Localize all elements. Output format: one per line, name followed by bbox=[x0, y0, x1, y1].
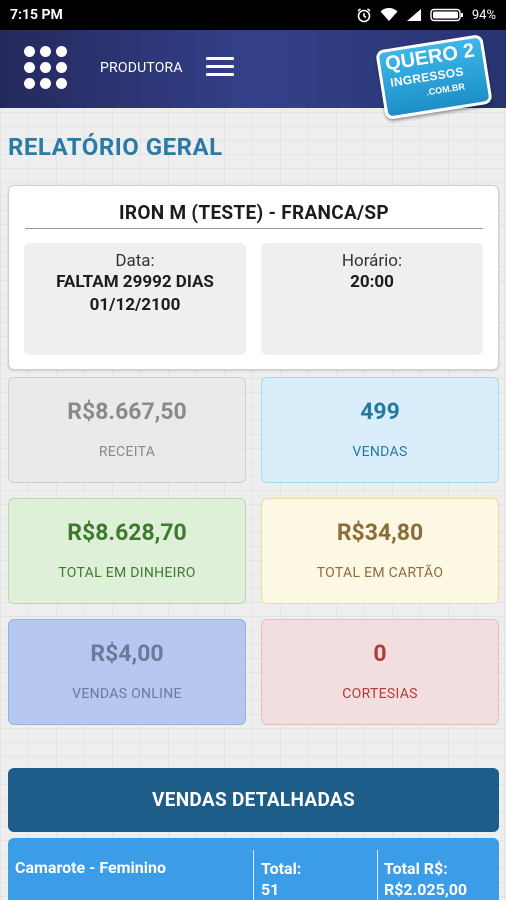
event-card: IRON M (TESTE) - FRANCA/SP Data: FALTAM … bbox=[8, 185, 499, 370]
stat-value: R$8.667,50 bbox=[67, 398, 187, 425]
stat-label: VENDAS bbox=[352, 444, 408, 460]
total-label: Total: bbox=[261, 859, 302, 878]
stat-vendas: 499 VENDAS bbox=[261, 377, 499, 483]
event-time-box: Horário: 20:00 bbox=[261, 243, 483, 355]
stat-label: CORTESIAS bbox=[342, 686, 418, 702]
column-divider bbox=[253, 850, 254, 900]
page-title: RELATÓRIO GERAL bbox=[8, 133, 223, 161]
quero2ingressos-logo: QUERO 2 INGRESSOS .COM.BR bbox=[375, 33, 493, 121]
stat-receita: R$8.667,50 RECEITA bbox=[8, 377, 246, 483]
event-name: IRON M (TESTE) - FRANCA/SP bbox=[119, 201, 389, 224]
date-label: Data: bbox=[115, 251, 155, 271]
detail-row[interactable]: Camarote - Feminino Total: 51 Total R$: … bbox=[8, 838, 499, 900]
signal-icon bbox=[406, 9, 421, 21]
apps-grid-icon[interactable] bbox=[24, 46, 68, 90]
amount-label: Total R$: bbox=[384, 859, 448, 878]
amount-value: R$2.025,00 bbox=[384, 880, 468, 899]
vendas-detalhadas-header[interactable]: VENDAS DETALHADAS bbox=[8, 768, 499, 832]
divider bbox=[25, 228, 483, 229]
stat-value: R$8.628,70 bbox=[67, 519, 187, 546]
ticket-total-cell: Total: 51 bbox=[261, 858, 301, 900]
total-value: 51 bbox=[261, 880, 280, 899]
battery-icon bbox=[430, 8, 463, 22]
stat-vendas-online: R$4,00 VENDAS ONLINE bbox=[8, 619, 246, 725]
date-value: 01/12/2100 bbox=[89, 295, 181, 315]
time-value: 20:00 bbox=[350, 272, 394, 292]
stat-total-dinheiro: R$8.628,70 TOTAL EM DINHEIRO bbox=[8, 498, 246, 604]
stat-value: 0 bbox=[373, 640, 387, 667]
wifi-icon bbox=[380, 8, 398, 21]
status-time: 7:15 PM bbox=[10, 7, 63, 23]
status-bar: 7:15 PM 94% bbox=[0, 0, 506, 30]
stat-label: TOTAL EM DINHEIRO bbox=[58, 565, 196, 581]
stat-label: VENDAS ONLINE bbox=[72, 686, 182, 702]
stat-cortesias: 0 CORTESIAS bbox=[261, 619, 499, 725]
stat-label: TOTAL EM CARTÃO bbox=[316, 565, 444, 581]
stat-value: 499 bbox=[360, 398, 400, 425]
date-countdown: FALTAM 29992 DIAS bbox=[56, 272, 214, 292]
stat-value: R$34,80 bbox=[336, 519, 424, 546]
time-label: Horário: bbox=[341, 251, 403, 271]
column-divider bbox=[377, 850, 378, 900]
stat-label: RECEITA bbox=[98, 444, 156, 460]
ticket-type-name: Camarote - Feminino bbox=[15, 858, 166, 877]
hamburger-menu-icon[interactable] bbox=[206, 57, 236, 79]
ticket-amount-cell: Total R$: R$2.025,00 bbox=[384, 858, 467, 900]
battery-percent: 94% bbox=[471, 7, 496, 23]
brand-label: PRODUTORA bbox=[100, 60, 183, 76]
stat-value: R$4,00 bbox=[90, 640, 164, 667]
event-date-box: Data: FALTAM 29992 DIAS 01/12/2100 bbox=[24, 243, 246, 355]
stat-total-cartao: R$34,80 TOTAL EM CARTÃO bbox=[261, 498, 499, 604]
alarm-icon bbox=[357, 8, 371, 23]
app-bar: PRODUTORA QUERO 2 INGRESSOS .COM.BR bbox=[0, 30, 506, 121]
